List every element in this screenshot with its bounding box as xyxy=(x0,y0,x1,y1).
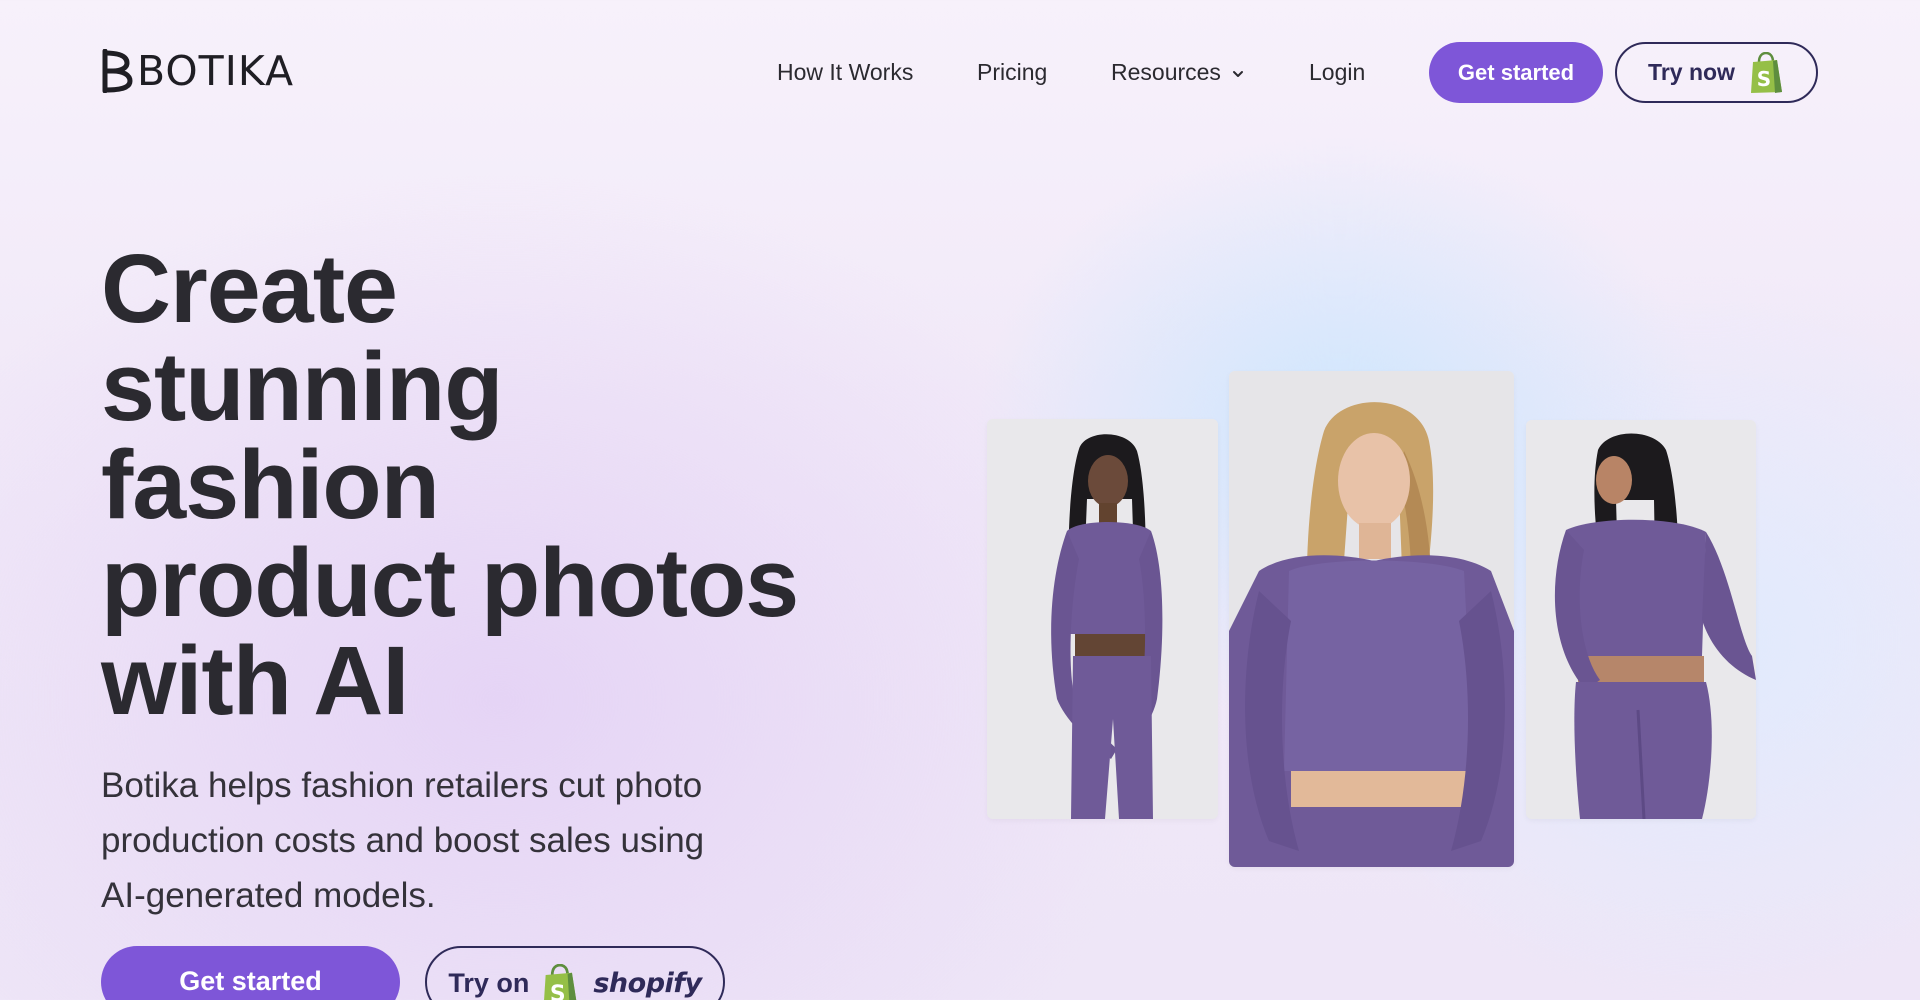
hero-title-line: with AI xyxy=(101,626,409,735)
shopify-wordmark: shopify xyxy=(593,968,702,999)
header-try-now-label: Try now xyxy=(1648,59,1735,85)
svg-text:S: S xyxy=(1757,67,1771,91)
hero-title: Create stunning fashion product photos w… xyxy=(101,240,861,730)
header-try-now-button[interactable]: Try now S xyxy=(1615,42,1818,103)
hero-title-line: stunning xyxy=(101,332,503,441)
hero-title-line: product photos xyxy=(101,528,799,637)
nav-pricing[interactable]: Pricing xyxy=(977,54,1047,90)
hero-try-on-shopify-button[interactable]: Try on S shopify xyxy=(425,946,725,1000)
hero-subtitle: Botika helps fashion retailers cut photo… xyxy=(101,766,705,915)
hero-get-started-button[interactable]: Get started xyxy=(101,946,400,1000)
header-get-started-label: Get started xyxy=(1457,59,1575,85)
nav-how-it-works[interactable]: How It Works xyxy=(777,54,913,90)
hero-title-line: fashion xyxy=(101,430,440,539)
model-photo-front xyxy=(987,419,1218,819)
svg-text:S: S xyxy=(550,982,566,1000)
nav-resources[interactable]: Resources xyxy=(1111,54,1245,90)
nav-resources-label: Resources xyxy=(1111,59,1221,85)
shopify-bag-icon: S xyxy=(1750,51,1782,93)
nav-login[interactable]: Login xyxy=(1309,54,1365,90)
header-get-started-button[interactable]: Get started xyxy=(1429,42,1603,103)
hero-get-started-label: Get started xyxy=(179,966,322,996)
model-photo-back-icon xyxy=(1526,420,1756,819)
model-photo-front-icon xyxy=(987,419,1218,819)
model-photo-closeup xyxy=(1229,371,1514,867)
chevron-down-icon xyxy=(1232,70,1243,77)
model-photo-back xyxy=(1526,420,1756,819)
hero-title-line: Create xyxy=(101,234,398,343)
model-photo-closeup-icon xyxy=(1229,371,1514,867)
site-header: BOTIKA How It Works Pricing Resources Lo… xyxy=(0,0,1920,145)
hero-try-on-label: Try on xyxy=(448,968,530,998)
shopify-bag-icon: S xyxy=(544,964,577,1000)
